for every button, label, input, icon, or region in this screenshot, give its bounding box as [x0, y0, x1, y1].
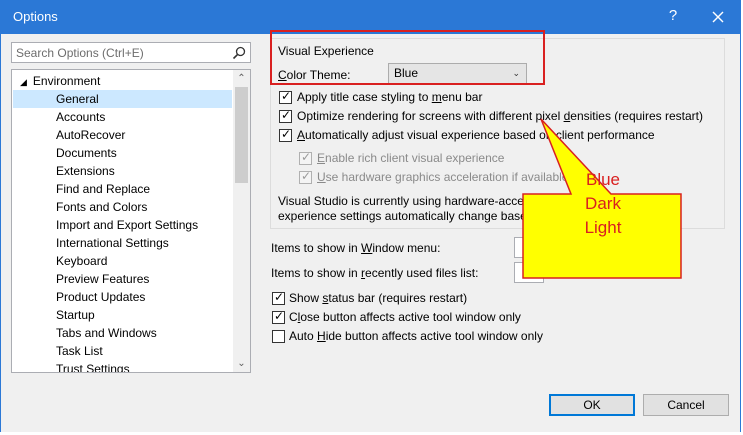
options-tree[interactable]: ◢ Environment General Accounts AutoRecove… — [11, 69, 251, 373]
tree-item-fonts-and-colors[interactable]: Fonts and Colors — [56, 198, 147, 216]
tree-scrollbar[interactable]: ⌃ ⌄ — [233, 70, 250, 372]
recent-files-count-input[interactable] — [514, 262, 544, 283]
help-button[interactable]: ? — [665, 7, 681, 24]
auto-adjust-visual-label: Automatically adjust visual experience b… — [297, 128, 655, 142]
close-icon — [712, 11, 724, 23]
callout-line-dark: Dark — [585, 194, 621, 213]
recent-files-label: Items to show in recently used files lis… — [271, 266, 479, 280]
scrollbar-thumb[interactable] — [235, 87, 248, 183]
window-menu-count-input[interactable] — [514, 237, 544, 258]
close-button-option-label: Close button affects active tool window … — [289, 310, 521, 324]
close-button[interactable] — [706, 5, 730, 29]
rich-client-checkbox[interactable]: ✓ — [299, 150, 312, 165]
checkmark-icon: ✓ — [301, 150, 312, 164]
scroll-up-icon[interactable]: ⌃ — [233, 70, 250, 87]
optimize-rendering-label: Optimize rendering for screens with diff… — [297, 109, 703, 123]
auto-hide-label: Auto Hide button affects active tool win… — [289, 329, 543, 343]
checkmark-icon: ✓ — [281, 108, 292, 122]
tree-item-extensions[interactable]: Extensions — [56, 162, 115, 180]
callout-line-blue: Blue — [585, 170, 621, 189]
status-bar-label: Show status bar (requires restart) — [289, 291, 468, 305]
cancel-button[interactable]: Cancel — [643, 394, 729, 416]
callout-text: Blue Dark Light — [523, 168, 683, 240]
search-box[interactable] — [11, 42, 251, 63]
auto-adjust-visual-checkbox[interactable]: ✓ — [279, 127, 292, 142]
checkmark-icon: ✓ — [281, 127, 292, 141]
search-input[interactable] — [12, 43, 226, 62]
search-icon[interactable] — [232, 46, 246, 60]
checkmark-icon: ✓ — [281, 89, 292, 103]
tree-item-international-settings[interactable]: International Settings — [56, 234, 169, 252]
tree-item-trust-settings[interactable]: Trust Settings — [56, 360, 130, 372]
auto-hide-checkbox[interactable] — [272, 330, 285, 343]
tree-item-import-export-settings[interactable]: Import and Export Settings — [56, 216, 198, 234]
scroll-down-icon[interactable]: ⌄ — [233, 355, 250, 372]
tree-item-general[interactable]: General — [13, 90, 232, 108]
highlight-box — [270, 30, 545, 85]
tree-item-task-list[interactable]: Task List — [56, 342, 103, 360]
window-menu-label: Items to show in Window menu: — [271, 241, 441, 255]
tree-item-documents[interactable]: Documents — [56, 144, 117, 162]
expand-triangle-icon[interactable]: ◢ — [20, 73, 27, 91]
checkmark-icon: ✓ — [274, 309, 285, 323]
status-bar-checkbox[interactable]: ✓ — [272, 290, 285, 305]
window-title: Options — [13, 9, 58, 24]
tree-item-preview-features[interactable]: Preview Features — [56, 270, 149, 288]
ok-button[interactable]: OK — [549, 394, 635, 416]
tree-item-startup[interactable]: Startup — [56, 306, 95, 324]
rich-client-label: Enable rich client visual experience — [317, 151, 505, 165]
title-case-menu-label: Apply title case styling to menu bar — [297, 90, 483, 104]
tree-item-accounts[interactable]: Accounts — [56, 108, 105, 126]
tree-item-autorecover[interactable]: AutoRecover — [56, 126, 125, 144]
checkmark-icon: ✓ — [301, 169, 312, 183]
hardware-acceleration-checkbox[interactable]: ✓ — [299, 169, 312, 184]
tree-item-environment[interactable]: ◢ Environment — [20, 72, 100, 90]
close-button-checkbox[interactable]: ✓ — [272, 309, 285, 324]
checkmark-icon: ✓ — [274, 290, 285, 304]
tree-item-find-and-replace[interactable]: Find and Replace — [56, 180, 150, 198]
options-dialog: Options ? ◢ Environment General Accounts … — [0, 0, 741, 432]
tree-root-label: Environment — [32, 74, 101, 88]
optimize-rendering-checkbox[interactable]: ✓ — [279, 108, 292, 123]
tree-item-tabs-and-windows[interactable]: Tabs and Windows — [56, 324, 157, 342]
tree-item-product-updates[interactable]: Product Updates — [56, 288, 145, 306]
callout-line-light: Light — [584, 218, 622, 237]
title-case-menu-checkbox[interactable]: ✓ — [279, 89, 292, 104]
tree-item-keyboard[interactable]: Keyboard — [56, 252, 107, 270]
